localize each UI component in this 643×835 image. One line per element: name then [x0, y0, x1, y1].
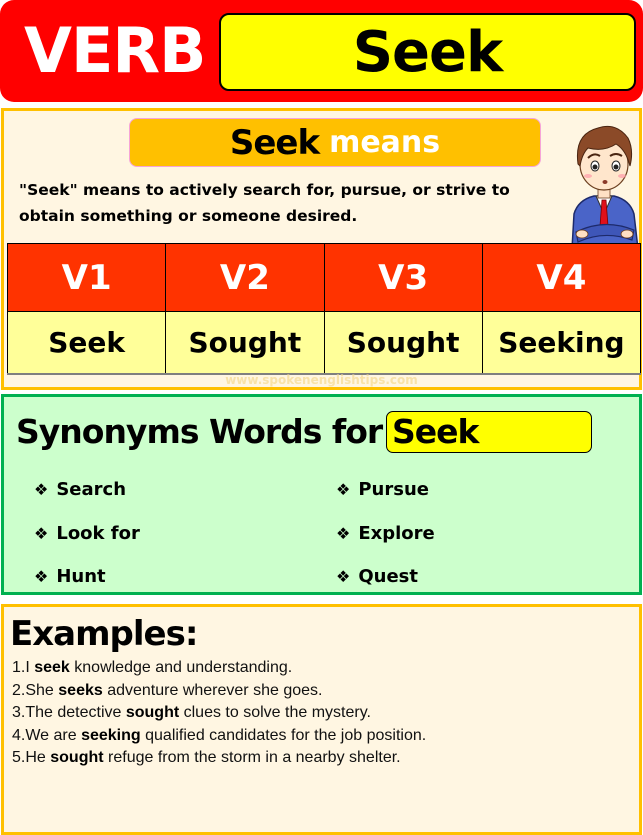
- synonym-item: ❖ Pursue: [336, 477, 429, 503]
- example-text: clues to solve the mystery.: [179, 704, 371, 721]
- form-value-v4: Seeking: [481, 311, 642, 375]
- form-value-v1: Seek: [6, 311, 167, 375]
- synonym-label: Look for: [56, 523, 140, 544]
- synonym-label: Quest: [358, 566, 418, 587]
- verb-label: VERB: [24, 14, 206, 87]
- synonym-label: Search: [56, 479, 127, 500]
- form-value-v2: Sought: [165, 311, 325, 375]
- examples-list: 1.I seek knowledge and understanding. 2.…: [12, 657, 632, 770]
- headword-box: Seek: [219, 13, 636, 91]
- means-label: means: [329, 125, 441, 160]
- example-verb: sought: [125, 704, 180, 721]
- thinking-man-icon: [571, 125, 639, 249]
- header-banner: VERB Seek: [0, 0, 643, 102]
- example-sentence: 1.I seek knowledge and understanding.: [12, 657, 632, 680]
- example-text: 5.He: [12, 749, 51, 766]
- verb-forms-table: V1 V2 V3 V4 Seek Sought Sought Seeking: [6, 243, 642, 375]
- example-verb: seeking: [81, 726, 141, 744]
- synonyms-headword: Seek: [386, 411, 592, 453]
- example-text: knowledge and understanding.: [69, 659, 293, 676]
- example-sentence: 3.The detective sought clues to solve th…: [12, 702, 632, 725]
- synonym-label: Hunt: [56, 566, 106, 587]
- examples-title: Examples:: [10, 614, 198, 654]
- form-header-v4: V4: [481, 243, 642, 312]
- verb-forms-value-row: Seek Sought Sought Seeking: [6, 311, 642, 375]
- means-word: Seek: [229, 122, 320, 163]
- watermark: www.spokenenglishtips.com: [225, 373, 418, 387]
- synonym-item: ❖ Look for: [34, 521, 140, 547]
- example-text: adventure wherever she goes.: [102, 681, 323, 699]
- synonyms-title: Synonyms Words for: [16, 412, 383, 451]
- form-header-v2: V2: [165, 243, 325, 312]
- synonym-item: ❖ Search: [34, 477, 126, 503]
- examples-panel: Examples: 1.I seek knowledge and underst…: [1, 604, 642, 835]
- example-verb: sought: [50, 749, 104, 766]
- form-value-v3: Sought: [323, 311, 483, 375]
- four-diamond-bullet-icon: ❖: [34, 524, 49, 543]
- synonym-item: ❖ Hunt: [34, 564, 106, 590]
- example-text: 4.We are: [12, 726, 82, 744]
- example-text: 3.The detective: [12, 704, 126, 721]
- example-verb: seeks: [58, 681, 103, 699]
- example-verb: seek: [34, 659, 70, 676]
- means-badge: Seek means: [129, 118, 541, 167]
- synonym-item: ❖ Explore: [336, 521, 435, 547]
- form-header-v1: V1: [6, 243, 167, 312]
- synonym-item: ❖ Quest: [336, 564, 418, 590]
- verb-forms-header-row: V1 V2 V3 V4: [6, 243, 642, 312]
- example-text: qualified candidates for the job positio…: [140, 726, 427, 744]
- four-diamond-bullet-icon: ❖: [336, 480, 351, 499]
- four-diamond-bullet-icon: ❖: [336, 567, 351, 586]
- headword: Seek: [352, 19, 504, 85]
- example-sentence: 5.He sought refuge from the storm in a n…: [12, 747, 632, 770]
- synonym-label: Pursue: [358, 479, 429, 500]
- four-diamond-bullet-icon: ❖: [336, 524, 351, 543]
- four-diamond-bullet-icon: ❖: [34, 567, 49, 586]
- four-diamond-bullet-icon: ❖: [34, 480, 49, 499]
- example-sentence: 4.We are seeking qualified candidates fo…: [12, 725, 632, 748]
- example-text: refuge from the storm in a nearby shelte…: [103, 749, 401, 766]
- example-sentence: 2.She seeks adventure wherever she goes.: [12, 680, 632, 703]
- definition-text: "Seek" means to actively search for, pur…: [19, 181, 510, 225]
- synonyms-panel: Synonyms Words for Seek ❖ Search ❖ Look …: [1, 394, 642, 595]
- synonym-label: Explore: [358, 523, 435, 544]
- meaning-panel: Seek means "Seek" means to actively sear…: [1, 108, 642, 390]
- example-text: 2.She: [12, 681, 59, 699]
- form-header-v3: V3: [323, 243, 483, 312]
- example-text: 1.I: [12, 659, 35, 676]
